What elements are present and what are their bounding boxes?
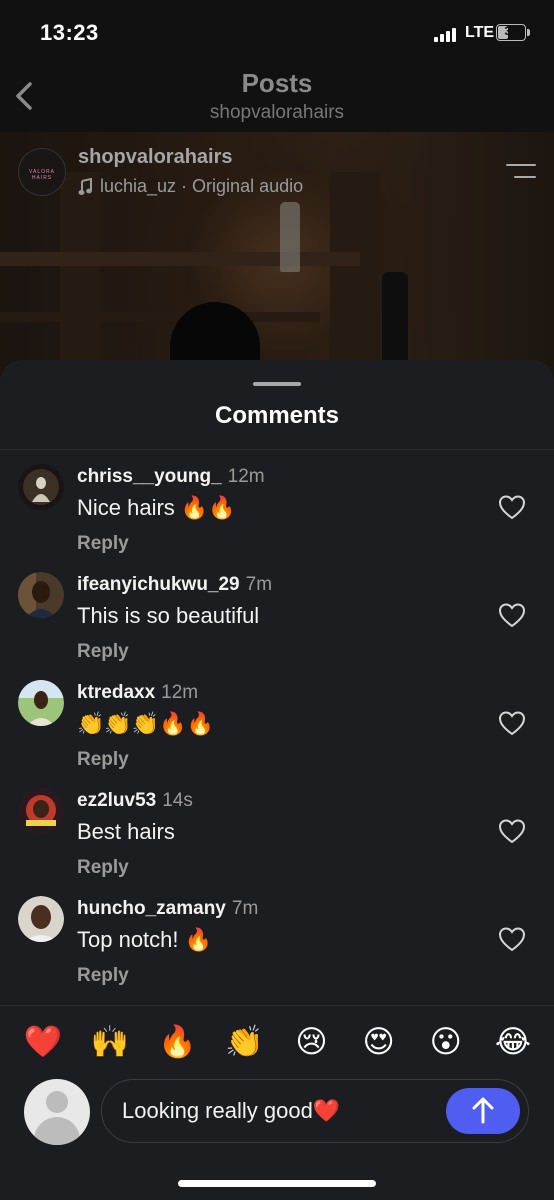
comment-username[interactable]: chriss__young_ 12m [77, 466, 265, 488]
page-title: Posts [241, 68, 313, 98]
comment-username[interactable]: ifeanyichukwu_29 7m [77, 574, 272, 596]
comment-username[interactable]: ktredaxx 12m [77, 682, 198, 704]
comment-input-value[interactable]: Looking really good❤️ [122, 1098, 340, 1124]
comment-item: huncho_zamany 7m Top notch! 🔥 Reply [0, 896, 554, 1004]
battery-icon: 34 [496, 24, 526, 41]
home-indicator[interactable] [178, 1180, 376, 1187]
comment-time: 7m [245, 574, 273, 595]
emoji-laughing-button[interactable]: 😂 [488, 1024, 538, 1060]
heart-icon[interactable] [498, 710, 526, 736]
post-audio-label: luchia_uz · Original audio [100, 176, 304, 196]
post-audio[interactable]: luchia_uz · Original audio [78, 176, 303, 197]
comment-text: 👏👏👏🔥🔥 [77, 711, 214, 736]
divider [0, 1005, 554, 1006]
emoji-heart-button[interactable]: ❤️ [18, 1024, 68, 1060]
reply-button[interactable]: Reply [77, 533, 129, 555]
comment-time: 14s [162, 790, 193, 811]
avatar[interactable] [18, 896, 64, 942]
status-bar: 13:23 LTE 34 [0, 0, 554, 60]
emoji-clap-button[interactable]: 👏 [219, 1024, 269, 1060]
battery-level: 34 [504, 24, 518, 38]
emoji-surprised-button[interactable]: 😮 [421, 1024, 471, 1060]
status-time: 13:23 [40, 20, 99, 45]
emoji-crying-button[interactable]: 😢 [287, 1024, 337, 1060]
music-note-icon [78, 177, 92, 195]
sheet-drag-handle[interactable] [253, 382, 301, 386]
comment-item: ifeanyichukwu_29 7m This is so beautiful … [0, 572, 554, 680]
nav-header: Posts shopvalorahairs [0, 60, 554, 132]
comment-text: This is so beautiful [77, 603, 260, 628]
emoji-raised-hands-button[interactable]: 🙌 [85, 1024, 135, 1060]
reply-button[interactable]: Reply [77, 749, 129, 771]
network-type: LTE [465, 24, 495, 41]
comment-text: Nice hairs 🔥🔥 [77, 495, 236, 520]
comment-text: Top notch! 🔥 [77, 927, 213, 952]
comment-username[interactable]: huncho_zamany 7m [77, 898, 258, 920]
divider [0, 449, 554, 450]
comment-time: 7m [231, 898, 259, 919]
emoji-fire-button[interactable]: 🔥 [152, 1024, 202, 1060]
current-user-avatar [24, 1079, 90, 1145]
reply-button[interactable]: Reply [77, 965, 129, 987]
post-author-avatar[interactable]: VALORA HAIRS [18, 148, 66, 196]
avatar[interactable] [18, 680, 64, 726]
emoji-heart-eyes-button[interactable]: 😍 [354, 1024, 404, 1060]
comment-item: chriss__young_ 12m Nice hairs 🔥🔥 Reply [0, 464, 554, 572]
comments-title: Comments [214, 402, 340, 429]
avatar[interactable] [18, 788, 64, 834]
reply-button[interactable]: Reply [77, 857, 129, 879]
send-button[interactable] [446, 1088, 520, 1134]
avatar[interactable] [18, 464, 64, 510]
arrow-up-icon [472, 1097, 494, 1124]
reply-button[interactable]: Reply [77, 641, 129, 663]
page-subtitle: shopvalorahairs [209, 102, 345, 123]
comment-time: 12m [227, 466, 265, 487]
comment-input[interactable]: Looking really good❤️ [101, 1079, 529, 1143]
heart-icon[interactable] [498, 926, 526, 952]
comment-username[interactable]: ez2luv53 14s [77, 790, 193, 812]
avatar[interactable] [18, 572, 64, 618]
heart-icon[interactable] [498, 494, 526, 520]
video-preview[interactable] [0, 132, 554, 392]
emoji-reaction-bar: ❤️ 🙌 🔥 👏 😢 😍 😮 😂 [18, 1022, 538, 1062]
comment-item: ktredaxx 12m 👏👏👏🔥🔥 Reply [0, 680, 554, 788]
menu-icon[interactable] [506, 162, 536, 180]
post-author-username[interactable]: shopvalorahairs [78, 146, 233, 169]
heart-icon[interactable] [498, 602, 526, 628]
comment-item: ez2luv53 14s Best hairs Reply [0, 788, 554, 896]
comment-time: 12m [161, 682, 199, 703]
avatar-logo-text: VALORA HAIRS [29, 169, 55, 181]
heart-icon[interactable] [498, 818, 526, 844]
signal-icon [434, 28, 456, 42]
comment-text: Best hairs [77, 819, 175, 844]
